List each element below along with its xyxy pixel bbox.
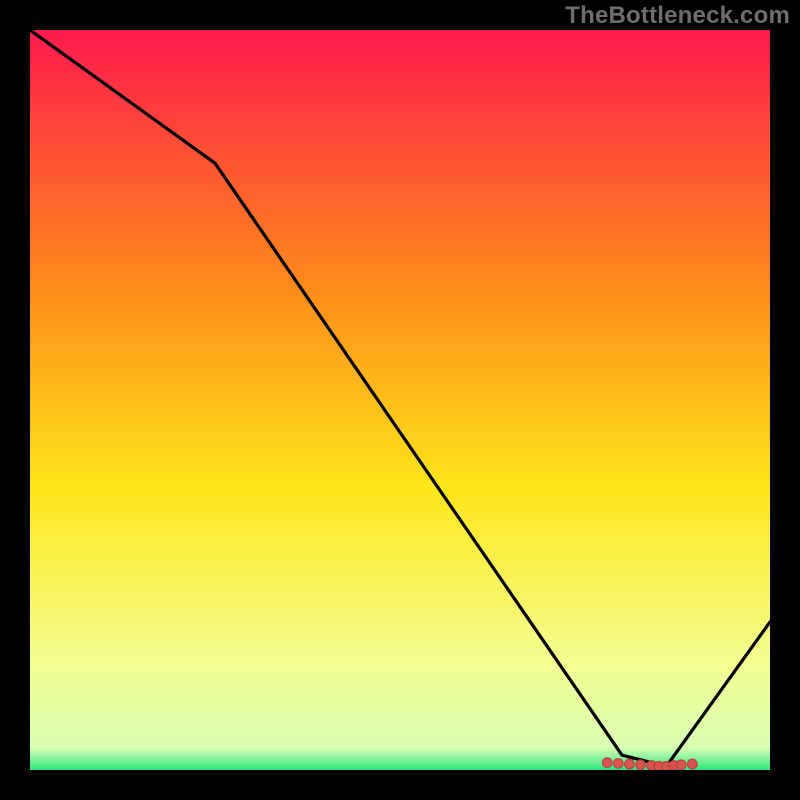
- marker-dot: [636, 760, 646, 770]
- marker-dot: [625, 759, 635, 769]
- gradient-bg: [30, 30, 770, 770]
- marker-dot: [676, 760, 686, 770]
- marker-dot: [688, 759, 698, 769]
- marker-dot: [602, 758, 612, 768]
- watermark-text: TheBottleneck.com: [565, 2, 790, 30]
- marker-dot: [614, 759, 624, 769]
- chart-wrap: TheBottleneck.com: [0, 0, 800, 800]
- bottleneck-chart: [30, 30, 770, 770]
